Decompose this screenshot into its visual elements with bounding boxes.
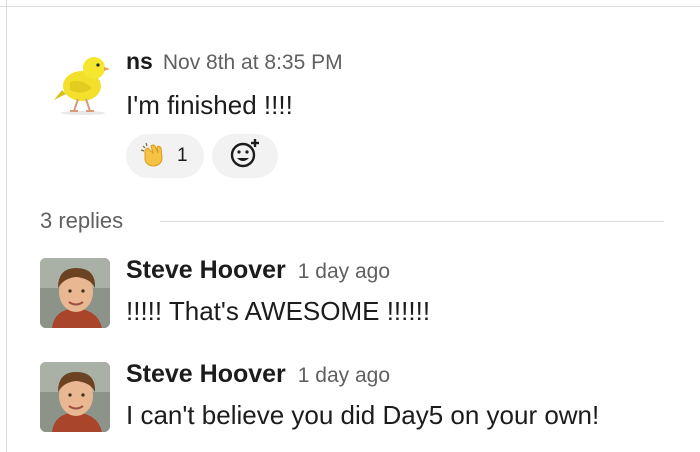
reply-timestamp[interactable]: 1 day ago [298, 364, 390, 387]
reply-timestamp[interactable]: 1 day ago [298, 260, 390, 283]
user-photo-avatar[interactable] [40, 362, 110, 432]
canary-bird-avatar[interactable] [52, 50, 114, 116]
clapping-hands-icon [139, 140, 167, 173]
add-emoji-icon [227, 136, 263, 177]
panel-top-border [0, 0, 700, 7]
reply-text: !!!!! That's AWESOME !!!!!! [126, 296, 431, 326]
message-timestamp[interactable]: Nov 8th at 8:35 PM [163, 51, 343, 74]
divider-line [160, 221, 664, 222]
sender-name[interactable]: ns [126, 48, 153, 74]
user-photo-avatar[interactable] [40, 258, 110, 328]
panel-left-border [0, 0, 7, 452]
replies-count: 3 replies [40, 208, 124, 233]
parent-message[interactable]: ns Nov 8th at 8:35 PM I'm finished !!!! 1 [52, 44, 692, 194]
replies-divider: 3 replies [40, 208, 664, 238]
reply-message[interactable]: Steve Hoover 1 day ago I can't believe yo… [40, 360, 690, 440]
reply-sender-name[interactable]: Steve Hoover [126, 360, 286, 388]
reply-header: Steve Hoover 1 day ago [126, 360, 390, 389]
reply-message[interactable]: Steve Hoover 1 day ago !!!!! That's AWESO… [40, 256, 690, 336]
reaction-bar: 1 [126, 134, 278, 178]
reply-text: I can't believe you did Day5 on your own… [126, 400, 600, 430]
reply-sender-name[interactable]: Steve Hoover [126, 256, 286, 284]
reply-header: Steve Hoover 1 day ago [126, 256, 390, 285]
add-reaction-button[interactable] [212, 134, 278, 178]
reaction-clap[interactable]: 1 [126, 134, 204, 178]
message-text: I'm finished !!!! [126, 90, 293, 120]
message-header: ns Nov 8th at 8:35 PM [126, 48, 343, 75]
reaction-count: 1 [177, 145, 188, 166]
